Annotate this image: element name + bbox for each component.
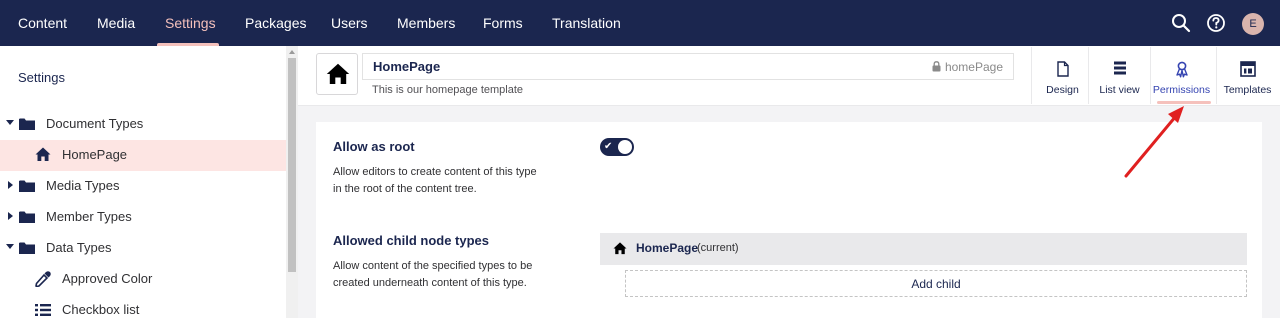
help-icon[interactable] [1205,12,1227,34]
list-view-icon [1113,61,1126,80]
settings-sidebar: Settings Document Types HomePage Media T… [0,46,286,318]
home-icon [326,63,350,84]
document-type-name: HomePage [373,59,441,74]
app-design-button[interactable]: Design [1031,47,1093,104]
sidebar-title: Settings [18,70,65,85]
document-type-description[interactable]: This is our homepage template [372,84,523,96]
templates-icon [1239,61,1256,82]
document-type-name-input[interactable]: HomePage homePage [362,53,1014,80]
tree-label: Media Types [46,178,120,193]
alias-field[interactable]: homePage [932,60,1003,74]
tree-item-member-types[interactable]: Member Types [0,202,286,233]
tree-item-homepage[interactable]: HomePage [0,140,286,171]
nav-members[interactable]: Members [397,0,455,46]
caret-down-icon[interactable] [6,244,14,249]
tree-label: HomePage [62,147,128,162]
caret-right-icon[interactable] [8,212,13,220]
add-child-button[interactable]: Add child [625,270,1247,297]
app-label: Templates [1223,84,1272,96]
home-icon [613,242,627,255]
add-child-label: Add child [911,277,961,291]
app-label: List view [1099,84,1140,96]
active-app-indicator [1157,101,1211,104]
app-list-view-button[interactable]: List view [1088,47,1150,104]
sidebar-scroll-thumb[interactable] [288,58,296,272]
nav-content[interactable]: Content [18,0,67,46]
tree-label: Data Types [46,240,112,255]
dropper-icon [35,271,51,288]
tree-label: Member Types [46,209,132,224]
tree-item-approved-color[interactable]: Approved Color [0,264,286,295]
tree-item-data-types[interactable]: Data Types [0,233,286,264]
app-label: Design [1046,84,1079,96]
allowed-child-types-description: Allow content of the specified types to … [333,260,533,289]
toggle-knob [618,140,632,154]
folder-icon [19,117,35,131]
app-label: Permissions [1152,84,1211,96]
app-permissions-button[interactable]: Permissions [1150,47,1212,104]
child-type-current-badge: (current) [697,242,739,254]
nav-media[interactable]: Media [97,0,135,46]
folder-icon [19,210,35,224]
document-type-icon-picker[interactable] [316,53,358,95]
ribbon-icon [1175,61,1188,83]
caret-right-icon[interactable] [8,181,13,189]
tree-label: Document Types [46,116,144,131]
allowed-child-types-title: Allowed child node types [333,233,490,248]
allow-as-root-title: Allow as root [333,139,415,154]
nav-settings[interactable]: Settings [165,0,216,46]
scroll-up-arrow-icon[interactable] [289,50,295,54]
nav-packages[interactable]: Packages [245,0,306,46]
home-icon [35,147,51,161]
check-icon: ✔ [604,141,613,152]
caret-down-icon[interactable] [6,120,14,125]
nav-translation[interactable]: Translation [552,0,621,46]
tree-label: Approved Color [62,271,153,286]
allow-as-root-description: Allow editors to create content of this … [333,166,537,195]
list-icon [35,303,51,317]
document-icon [1056,61,1069,82]
folder-icon [19,241,35,255]
app-templates-button[interactable]: Templates [1216,47,1278,104]
tree-item-checkbox-list[interactable]: Checkbox list [0,295,286,318]
lock-icon [932,61,941,72]
alias-value: homePage [944,60,1003,74]
folder-icon [19,179,35,193]
nav-users[interactable]: Users [331,0,368,46]
tree-item-document-types[interactable]: Document Types [0,109,286,140]
search-icon[interactable] [1170,12,1192,34]
tree-item-media-types[interactable]: Media Types [0,171,286,202]
tree-label: Checkbox list [62,302,140,317]
child-type-name: HomePage [636,241,699,255]
nav-forms[interactable]: Forms [483,0,523,46]
user-avatar[interactable]: E [1242,13,1264,35]
